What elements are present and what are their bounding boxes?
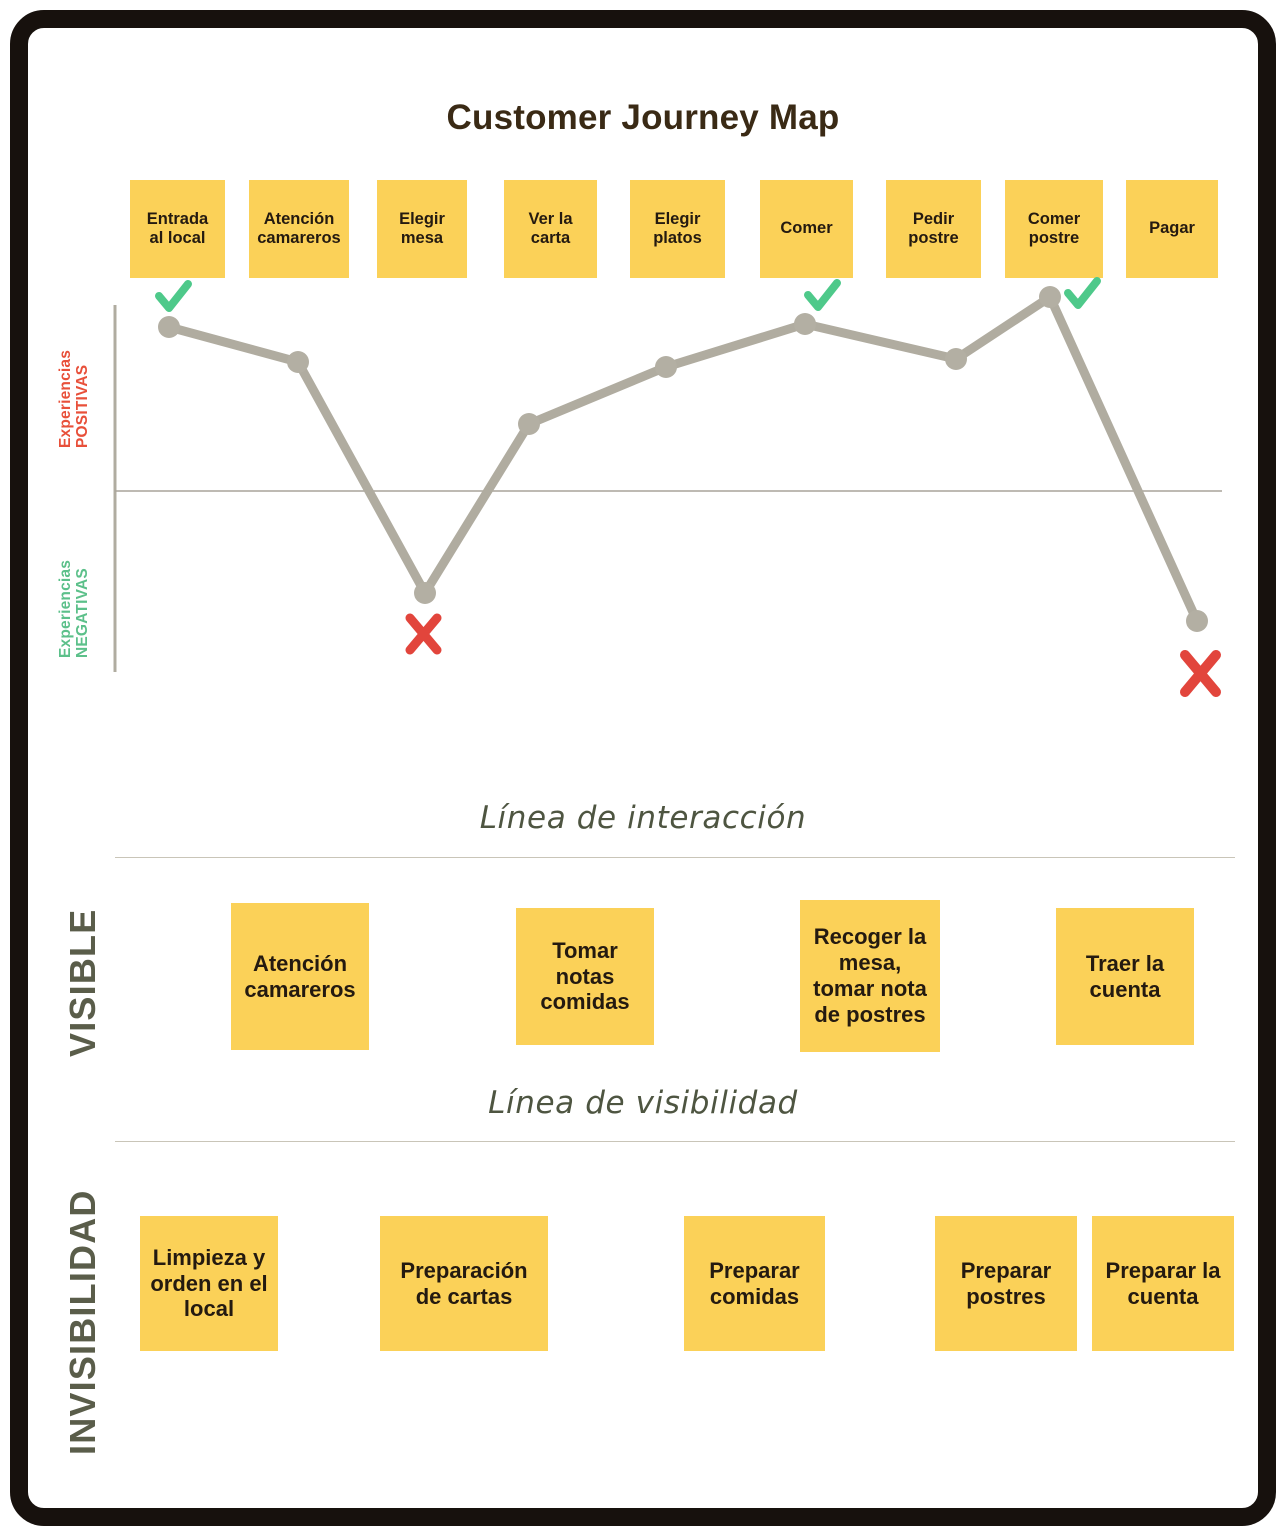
invisible-note[interactable]: Preparar comidas [684,1216,825,1351]
interaction-line-label: Línea de interacción [479,800,807,836]
row-label-visible: VISIBLE [62,908,103,1057]
experience-line [164,292,1202,626]
cross-icon [405,613,442,655]
axis-label-positive-line2: POSITIVAS [73,364,91,448]
row-label-invisible: INVISIBILIDAD [62,1189,103,1455]
invisible-note[interactable]: Limpieza y orden en el local [140,1216,278,1351]
visible-note[interactable]: Tomar notas comidas [516,908,654,1045]
data-point[interactable] [1186,610,1208,632]
visible-note[interactable]: Atención camareros [231,903,369,1050]
data-point[interactable] [287,351,309,373]
axis-label-negative: Experiencias NEGATIVAS [57,559,91,658]
check-icon [155,280,192,312]
visibility-line-label: Línea de visibilidad [488,1085,798,1121]
check-icon [1064,277,1101,309]
data-point[interactable] [1039,286,1061,308]
data-point[interactable] [158,316,180,338]
visible-note[interactable]: Recoger la mesa, tomar nota de postres [800,900,940,1052]
check-icon [804,279,841,311]
interaction-line-rule [115,857,1235,858]
invisible-note[interactable]: Preparación de cartas [380,1216,548,1351]
axis-label-negative-line2: NEGATIVAS [73,568,91,658]
data-point[interactable] [655,356,677,378]
journey-map-canvas: Customer Journey Map Entrada al local At… [0,0,1286,1536]
data-point[interactable] [518,413,540,435]
axis-label-negative-line1: Experiencias [57,559,74,658]
experience-line-chart [113,277,1222,697]
visible-note[interactable]: Traer la cuenta [1056,908,1194,1045]
invisible-note[interactable]: Preparar la cuenta [1092,1216,1234,1351]
data-point[interactable] [794,313,816,335]
invisible-note[interactable]: Preparar postres [935,1216,1077,1351]
data-point[interactable] [945,348,967,370]
data-point[interactable] [414,582,436,604]
cross-icon [1180,650,1221,697]
visibility-line-rule [115,1141,1235,1142]
axis-label-positive-line1: Experiencias [57,349,74,448]
axis-label-positive: Experiencias POSITIVAS [57,349,91,448]
